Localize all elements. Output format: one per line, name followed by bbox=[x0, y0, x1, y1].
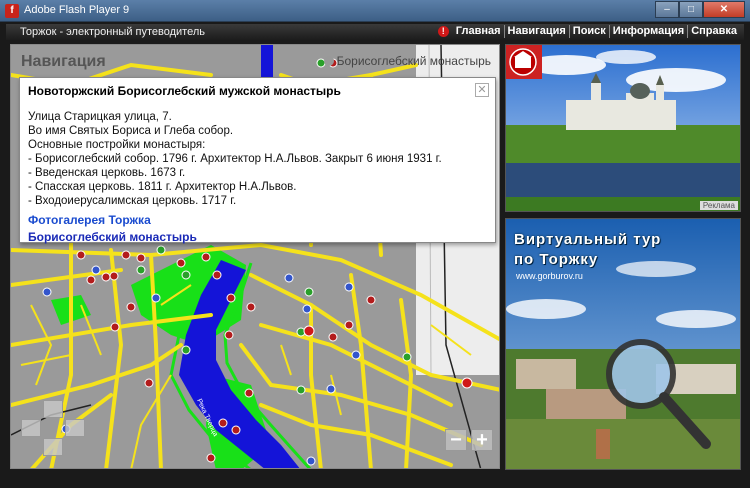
window-title: Adobe Flash Player 9 bbox=[24, 4, 130, 16]
map-marker[interactable] bbox=[181, 345, 191, 355]
minimize-button[interactable]: – bbox=[655, 1, 679, 18]
map-marker[interactable] bbox=[284, 273, 294, 283]
popup-close-button[interactable]: ✕ bbox=[475, 83, 489, 97]
info-icon: ! bbox=[437, 26, 449, 37]
map-marker[interactable] bbox=[110, 322, 120, 332]
monastery-link[interactable]: Борисоглебский монастырь bbox=[28, 230, 487, 244]
zoom-in-button[interactable]: + bbox=[471, 429, 493, 451]
app-title: Торжок - электронный путеводитель bbox=[20, 26, 205, 38]
map-marker[interactable] bbox=[121, 250, 131, 260]
pan-up-button[interactable] bbox=[43, 400, 63, 418]
pan-right-button[interactable] bbox=[65, 419, 85, 437]
map-marker[interactable] bbox=[181, 270, 191, 280]
map-marker[interactable] bbox=[136, 265, 146, 275]
map-marker[interactable] bbox=[306, 456, 316, 466]
map-marker[interactable] bbox=[402, 352, 412, 362]
banner-title-line1: Виртуальный тур bbox=[514, 231, 662, 248]
map-marker[interactable] bbox=[302, 304, 312, 314]
window-controls: – □ ✕ bbox=[655, 1, 745, 19]
map-marker[interactable] bbox=[126, 302, 136, 312]
map-marker[interactable] bbox=[201, 252, 211, 262]
map-marker[interactable] bbox=[231, 425, 241, 435]
popup-line: Основные постройки монастыря: bbox=[28, 139, 206, 151]
window-titlebar: f Adobe Flash Player 9 – □ ✕ bbox=[0, 0, 750, 22]
map-marker[interactable] bbox=[304, 287, 314, 297]
map-marker[interactable] bbox=[101, 272, 111, 282]
map-marker[interactable] bbox=[176, 258, 186, 268]
pan-control bbox=[19, 400, 89, 458]
map-marker[interactable] bbox=[206, 453, 216, 463]
popup-line: - Введенская церковь. 1673 г. bbox=[28, 167, 186, 179]
maximize-button[interactable]: □ bbox=[679, 1, 703, 18]
popup-line: - Спасская церковь. 1811 г. Архитектор Н… bbox=[28, 181, 297, 193]
map-marker[interactable] bbox=[109, 271, 119, 281]
close-button[interactable]: ✕ bbox=[703, 1, 745, 18]
map-marker[interactable] bbox=[212, 270, 222, 280]
map-marker[interactable] bbox=[151, 293, 161, 303]
map-panel[interactable]: Река Тверца Навигация Борисоглебский мон… bbox=[10, 44, 500, 469]
map-marker[interactable] bbox=[226, 293, 236, 303]
menu-item-help[interactable]: Справка bbox=[688, 25, 740, 38]
popup-line: Во имя Святых Бориса и Глеба собор. bbox=[28, 125, 234, 137]
popup-line: - Борисоглебский собор. 1796 г. Архитект… bbox=[28, 153, 442, 165]
map-marker[interactable] bbox=[303, 325, 315, 337]
pan-left-button[interactable] bbox=[21, 419, 41, 437]
info-popup: Новоторжский Борисоглебский мужской мона… bbox=[19, 77, 496, 244]
popup-line: - Входоиерусалимская церковь. 1717 г. bbox=[28, 195, 237, 207]
map-marker[interactable] bbox=[76, 250, 86, 260]
popup-title: Новоторжский Борисоглебский мужской мона… bbox=[28, 84, 341, 98]
popup-line: Улица Старицкая улица, 7. bbox=[28, 111, 172, 123]
map-marker[interactable] bbox=[156, 245, 166, 255]
map-marker[interactable] bbox=[246, 302, 256, 312]
map-marker[interactable] bbox=[136, 253, 146, 263]
menu-item-home[interactable]: Главная bbox=[453, 25, 505, 38]
menu-item-navigation[interactable]: Навигация bbox=[505, 25, 570, 38]
menu-item-search[interactable]: Поиск bbox=[570, 25, 610, 38]
map-marker[interactable] bbox=[351, 350, 361, 360]
map-marker[interactable] bbox=[86, 275, 96, 285]
ad-label: Реклама bbox=[699, 201, 738, 210]
pan-down-button[interactable] bbox=[43, 438, 63, 456]
main-menu: ! Главная Навигация Поиск Информация Спр… bbox=[437, 25, 740, 38]
flash-app-icon: f bbox=[5, 4, 19, 18]
map-marker[interactable] bbox=[224, 330, 234, 340]
zoom-control: − + bbox=[445, 429, 493, 451]
map-marker[interactable] bbox=[328, 332, 338, 342]
map-marker[interactable] bbox=[344, 282, 354, 292]
gallery-link[interactable]: Фотогалерея Торжка bbox=[28, 213, 487, 227]
map-marker[interactable] bbox=[344, 320, 354, 330]
map-marker[interactable] bbox=[218, 418, 228, 428]
breadcrumb-current: Борисоглебский монастырь bbox=[336, 54, 491, 68]
section-title: Навигация bbox=[21, 53, 106, 70]
banner-title-line2: по Торжку bbox=[514, 251, 599, 268]
breadcrumb: Борисоглебский монастырь bbox=[323, 54, 491, 68]
map-marker[interactable] bbox=[91, 265, 101, 275]
map-marker[interactable] bbox=[461, 377, 473, 389]
map-marker[interactable] bbox=[42, 287, 52, 297]
banner-site: www.gorburov.ru bbox=[516, 271, 583, 281]
map-marker[interactable] bbox=[366, 295, 376, 305]
app-menubar: Торжок - электронный путеводитель ! Глав… bbox=[6, 24, 744, 40]
map-marker[interactable] bbox=[244, 388, 254, 398]
map-marker[interactable] bbox=[326, 384, 336, 394]
map-marker[interactable] bbox=[144, 378, 154, 388]
virtual-tour-banner[interactable]: Виртуальный тур по Торжку www.gorburov.r… bbox=[505, 218, 741, 470]
menu-item-information[interactable]: Информация bbox=[610, 25, 689, 38]
location-icon bbox=[323, 56, 334, 66]
zoom-out-button[interactable]: − bbox=[445, 429, 467, 451]
town-photo[interactable]: Реклама bbox=[505, 44, 741, 212]
map-marker[interactable] bbox=[296, 385, 306, 395]
